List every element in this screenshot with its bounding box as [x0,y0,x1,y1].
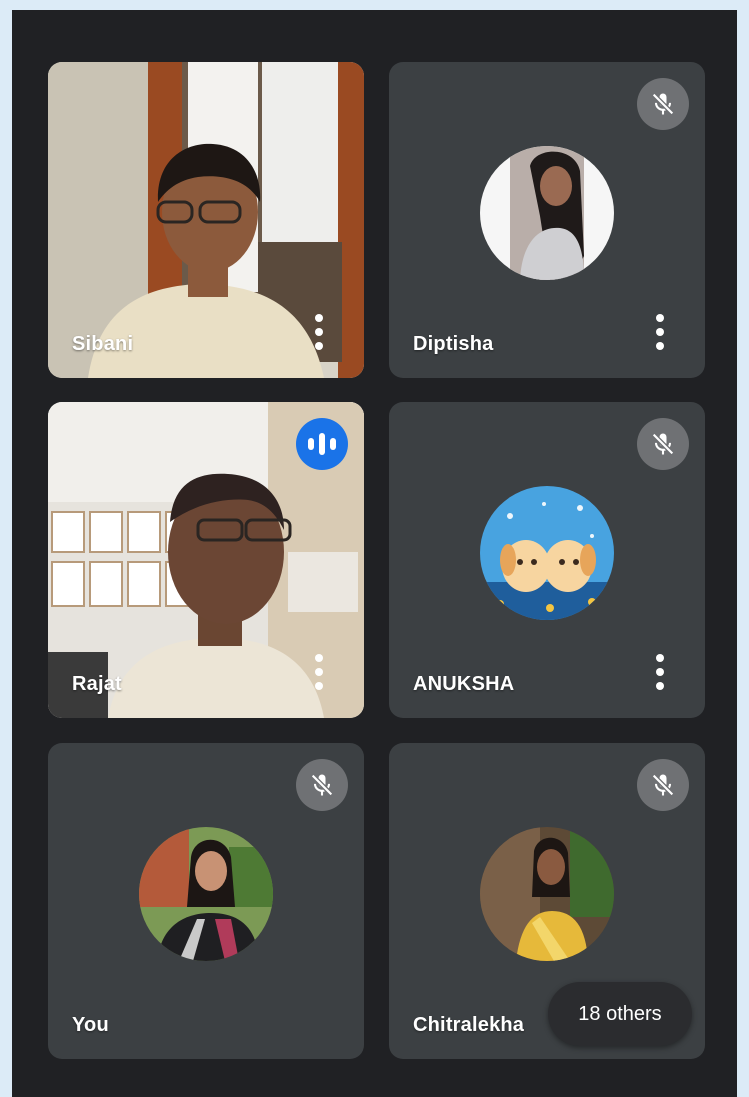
more-options-icon[interactable] [314,314,324,350]
avatar [480,146,614,280]
mic-off-icon [637,78,689,130]
more-options-icon[interactable] [314,654,324,690]
participant-name: Chitralekha [413,1014,525,1036]
meeting-grid: Sibani Diptisha Rajat ANUKSHA You Chitra… [12,10,737,1097]
participant-name: You [72,1014,109,1036]
audio-level-icon [296,418,348,470]
avatar [480,486,614,620]
mic-off-icon [296,759,348,811]
participant-name: ANUKSHA [413,673,515,695]
mic-off-icon [637,759,689,811]
participant-tile-sibani[interactable]: Sibani [48,62,364,378]
avatar [139,827,273,961]
more-options-icon[interactable] [655,314,665,350]
avatar [480,827,614,961]
participant-name: Sibani [72,333,134,355]
participant-tile-rajat[interactable]: Rajat [48,402,364,718]
mic-off-icon [637,418,689,470]
participant-tile-diptisha[interactable]: Diptisha [389,62,705,378]
participant-tile-you[interactable]: You [48,743,364,1059]
others-button[interactable]: 18 others [548,982,692,1046]
more-options-icon[interactable] [655,654,665,690]
participant-tile-anuksha[interactable]: ANUKSHA [389,402,705,718]
participant-name: Diptisha [413,333,494,355]
participant-name: Rajat [72,673,122,695]
